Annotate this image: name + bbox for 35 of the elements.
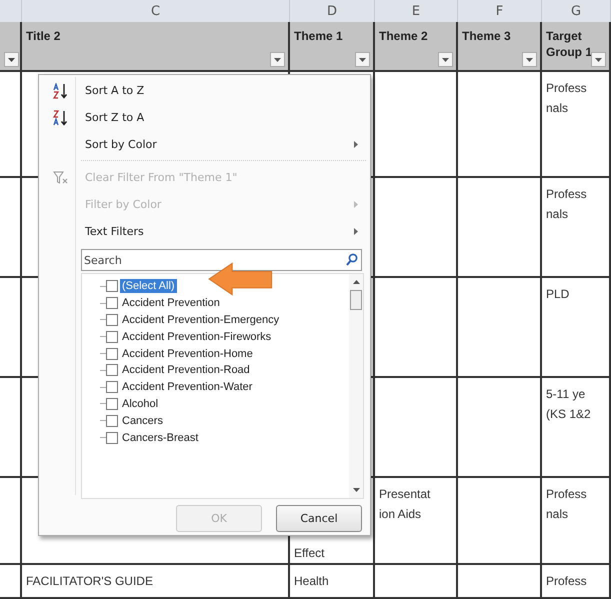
menu-item[interactable]: Text Filters: [39, 218, 370, 245]
header-label: Theme 3: [462, 28, 512, 44]
value-item[interactable]: Accident Prevention-Home: [120, 346, 255, 361]
value-item[interactable]: Cancers: [120, 414, 165, 428]
header-label: Theme 1: [294, 28, 344, 44]
table-cell: Profess nals: [542, 178, 611, 278]
menu-item[interactable]: Sort by Color: [39, 131, 370, 158]
value-item[interactable]: Cancers-Breast: [120, 430, 200, 445]
column-header[interactable]: D: [290, 0, 375, 22]
menu-item[interactable]: Sort A to Z: [39, 77, 370, 104]
value-item[interactable]: Accident Prevention: [120, 296, 222, 310]
search-field[interactable]: Search: [81, 249, 362, 271]
column-header[interactable]: E: [375, 0, 458, 22]
value-item[interactable]: Accident Prevention-Fireworks: [120, 330, 274, 344]
table-cell: Health: [290, 565, 375, 599]
column-header[interactable]: F: [458, 0, 542, 22]
table-cell: Presentat ion Aids: [375, 478, 458, 565]
table-cell: PLD: [542, 278, 611, 378]
header-label: Target Group 1: [546, 28, 594, 60]
value-item[interactable]: (Select All): [120, 279, 177, 294]
column-header[interactable]: G: [542, 0, 611, 22]
header-label: Title 2: [26, 28, 62, 44]
column-header[interactable]: C: [22, 0, 290, 22]
value-item[interactable]: Accident Prevention-Road: [120, 363, 252, 378]
table-cell: FACILITATOR'S GUIDE: [22, 565, 290, 599]
header-label: Theme 2: [379, 28, 429, 44]
cancel-button[interactable]: Cancel: [276, 505, 362, 532]
table-cell: Profess nals: [542, 72, 611, 178]
value-item[interactable]: Accident Prevention-Water: [120, 380, 254, 394]
menu-item[interactable]: Sort Z to A: [39, 104, 370, 131]
table-cell: 5-11 ye (KS 1&2: [542, 378, 611, 478]
table-cell: Profess nals: [542, 478, 611, 565]
value-item[interactable]: Alcohol: [120, 396, 160, 411]
table-cell: Profess: [542, 565, 611, 599]
value-item[interactable]: Accident Prevention-Emergency: [120, 312, 282, 327]
